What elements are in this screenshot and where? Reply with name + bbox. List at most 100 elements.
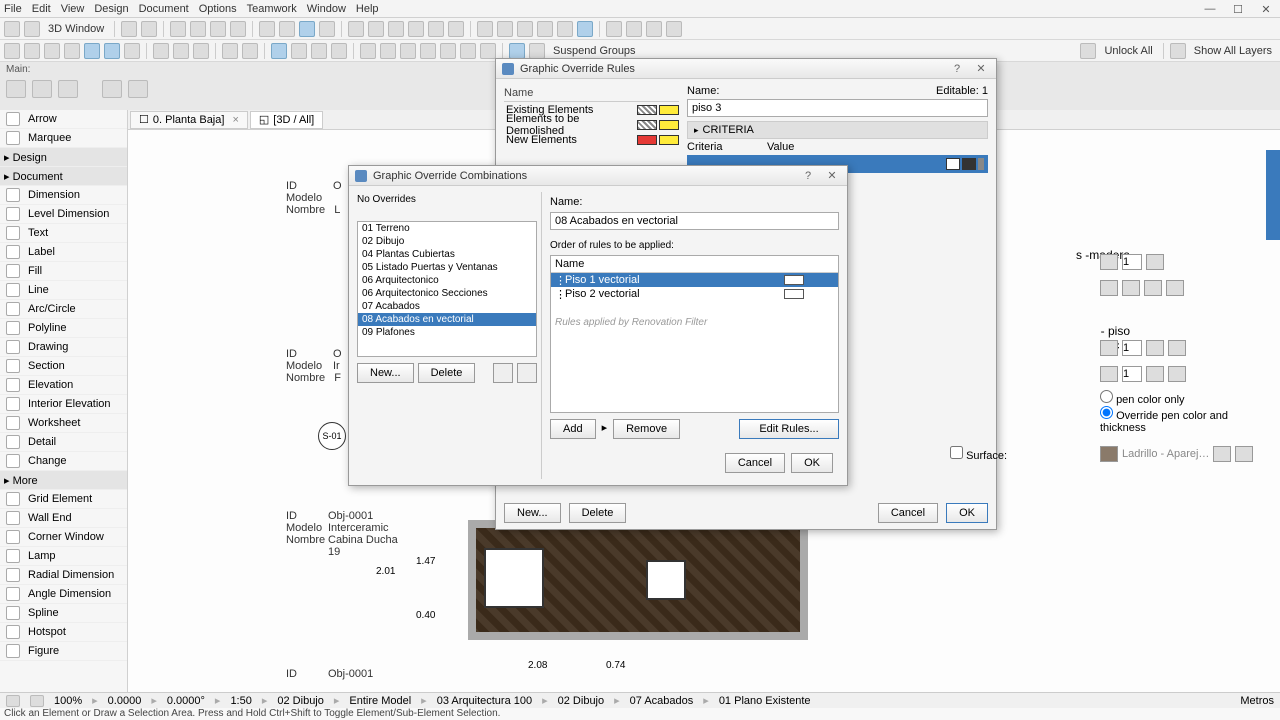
swatch-icon[interactable] [1100, 340, 1118, 356]
tool-icon[interactable] [24, 43, 40, 59]
swatch-icon[interactable] [946, 158, 960, 170]
suspend-groups-label[interactable]: Suspend Groups [549, 45, 640, 57]
surface-checkbox[interactable]: Surface: [950, 446, 1007, 462]
ok-button[interactable]: OK [791, 453, 833, 473]
new-icon[interactable] [4, 21, 20, 37]
chevron-icon[interactable] [978, 158, 984, 170]
combination-item[interactable]: 06 Arquitectonico [358, 274, 536, 287]
tool-worksheet[interactable]: Worksheet [0, 414, 127, 433]
menu-file[interactable]: File [4, 3, 22, 15]
order-rules-table[interactable]: Name ⋮Piso 1 vectorial⋮Piso 2 vectorial … [550, 255, 839, 413]
combination-name-input[interactable] [550, 212, 839, 230]
combination-item[interactable]: 02 Dibujo [358, 235, 536, 248]
tool-angle-dimension[interactable]: Angle Dimension [0, 585, 127, 604]
menu-edit[interactable]: Edit [32, 3, 51, 15]
tool-hotspot[interactable]: Hotspot [0, 623, 127, 642]
status-combo[interactable]: 07 Acabados [630, 695, 694, 707]
cursor-icon[interactable] [4, 43, 20, 59]
delete-button[interactable]: Delete [418, 363, 476, 383]
tool-icon[interactable] [360, 43, 376, 59]
tool-icon[interactable] [557, 21, 573, 37]
maximize-button[interactable]: ☐ [1224, 0, 1252, 18]
tool-detail[interactable]: Detail [0, 433, 127, 452]
tool-section[interactable]: Section [0, 357, 127, 376]
lock-icon[interactable] [1080, 43, 1096, 59]
tool-level-dimension[interactable]: Level Dimension [0, 205, 127, 224]
tool-icon[interactable] [331, 43, 347, 59]
delete-button[interactable]: Delete [569, 503, 627, 523]
tool-line[interactable]: Line [0, 281, 127, 300]
pen-field[interactable] [1122, 366, 1142, 382]
tool-grid-element[interactable]: Grid Element [0, 490, 127, 509]
tool-icon[interactable] [666, 21, 682, 37]
order-rule-row[interactable]: ⋮Piso 2 vectorial [551, 287, 838, 301]
status-icon[interactable] [30, 695, 44, 707]
view-combo[interactable]: 3D Window [44, 23, 108, 35]
swatch-icon[interactable] [1100, 280, 1118, 296]
tool-corner-window[interactable]: Corner Window [0, 528, 127, 547]
ok-button[interactable]: OK [946, 503, 988, 523]
swatch-icon[interactable] [1168, 340, 1186, 356]
swatch-icon[interactable] [1146, 340, 1164, 356]
units-label[interactable]: Metros [1240, 695, 1274, 707]
tool-icon[interactable] [460, 43, 476, 59]
tool-icon[interactable] [299, 21, 315, 37]
tool-icon[interactable] [64, 43, 80, 59]
tool-icon[interactable] [440, 43, 456, 59]
zoom-value[interactable]: 100% [54, 695, 82, 707]
scale-value[interactable]: 1:50 [230, 695, 251, 707]
tool-change[interactable]: Change [0, 452, 127, 471]
texture-swatch[interactable] [1100, 446, 1118, 462]
import-icon[interactable] [493, 363, 513, 383]
swatch-icon[interactable] [1100, 366, 1118, 382]
tool-icon[interactable] [319, 21, 335, 37]
cancel-button[interactable]: Cancel [878, 503, 938, 523]
swatch-icon[interactable] [1146, 254, 1164, 270]
tool-icon[interactable] [428, 21, 444, 37]
tool-icon[interactable] [517, 21, 533, 37]
tool-icon[interactable] [222, 43, 238, 59]
open-icon[interactable] [24, 21, 40, 37]
menu-view[interactable]: View [61, 3, 85, 15]
tool-icon[interactable] [124, 43, 140, 59]
swatch-icon[interactable] [1144, 280, 1162, 296]
add-button[interactable]: Add [550, 419, 596, 439]
rule-name-input[interactable] [687, 99, 988, 117]
tool-elevation[interactable]: Elevation [0, 376, 127, 395]
tool-icon[interactable] [408, 21, 424, 37]
tool-icon[interactable] [271, 43, 287, 59]
tool-icon[interactable] [259, 21, 275, 37]
tool-text[interactable]: Text [0, 224, 127, 243]
cancel-button[interactable]: Cancel [725, 453, 785, 473]
swatch-icon[interactable] [1146, 366, 1164, 382]
geometry-icon[interactable] [58, 80, 78, 98]
right-palette-indicator[interactable] [1266, 150, 1280, 240]
combination-item[interactable]: 01 Terreno [358, 222, 536, 235]
tool-icon[interactable] [606, 21, 622, 37]
swatch-icon[interactable] [1168, 366, 1186, 382]
close-icon[interactable]: ✕ [972, 62, 990, 75]
help-button[interactable]: ? [948, 63, 966, 75]
tool-label[interactable]: Label [0, 243, 127, 262]
menu-window[interactable]: Window [307, 3, 346, 15]
status-combo[interactable]: 01 Plano Existente [719, 695, 811, 707]
combination-item[interactable]: 09 Plafones [358, 326, 536, 339]
new-button[interactable]: New... [357, 363, 414, 383]
geometry-icon[interactable] [32, 80, 52, 98]
tool-icon[interactable] [646, 21, 662, 37]
tool-icon[interactable] [173, 43, 189, 59]
tool-icon[interactable] [448, 21, 464, 37]
undo-icon[interactable] [121, 21, 137, 37]
status-combo[interactable]: 03 Arquitectura 100 [437, 695, 532, 707]
tool-icon[interactable] [193, 43, 209, 59]
combinations-list[interactable]: 01 Terreno02 Dibujo04 Plantas Cubiertas0… [357, 221, 537, 357]
tool-radial-dimension[interactable]: Radial Dimension [0, 566, 127, 585]
view-tab[interactable]: ☐ 0. Planta Baja] × [130, 111, 248, 129]
tool-icon[interactable] [44, 43, 60, 59]
tool-fill[interactable]: Fill [0, 262, 127, 281]
close-icon[interactable]: × [232, 114, 238, 126]
tool-marquee[interactable]: Marquee [0, 129, 127, 148]
dialog-titlebar[interactable]: Graphic Override Combinations ? ✕ [349, 166, 847, 186]
tool-section-header[interactable]: ▸ Document [0, 167, 127, 186]
tool-icon[interactable] [400, 43, 416, 59]
